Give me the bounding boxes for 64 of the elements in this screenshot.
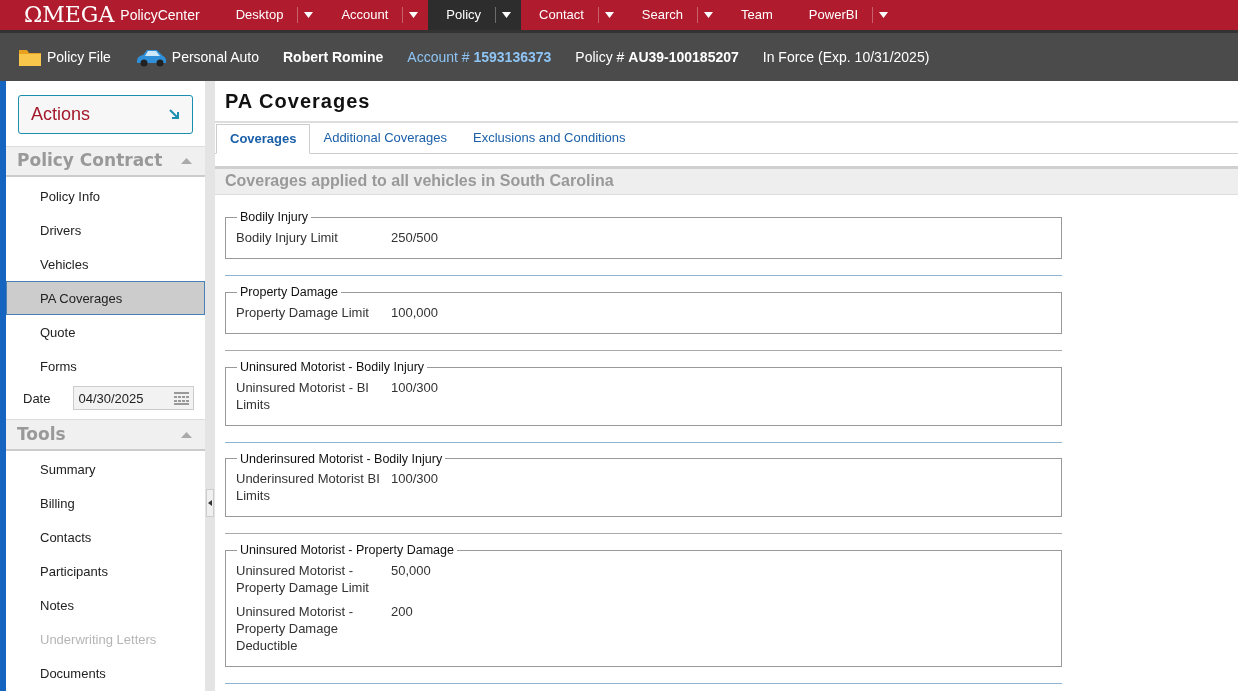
caret-icon[interactable] xyxy=(872,7,888,23)
product-name: PolicyCenter xyxy=(120,5,200,25)
group-title: Underinsured Motorist - Bodily Injury xyxy=(239,450,444,468)
field-label: Uninsured Motorist - BI Limits xyxy=(236,378,370,413)
sidebar-item[interactable]: Vehicles xyxy=(6,247,205,282)
policy-file-label[interactable]: Policy File xyxy=(47,46,111,68)
date-field[interactable]: 04/30/2025 xyxy=(73,386,195,411)
collapse-handle[interactable] xyxy=(206,489,214,517)
sidebar-item[interactable]: Drivers xyxy=(6,213,205,248)
nav-tab[interactable]: PowerBI xyxy=(800,5,866,25)
field-label: Property Damage Limit xyxy=(236,303,370,321)
field-value: 100/300 xyxy=(391,378,438,397)
tab[interactable]: Additional Coverages xyxy=(310,122,461,153)
field-value: 100/300 xyxy=(391,470,438,489)
folder-icon xyxy=(18,47,42,67)
caret-icon[interactable] xyxy=(402,7,419,23)
caret-icon[interactable] xyxy=(697,7,714,23)
car-icon xyxy=(134,47,167,67)
policy-status: In Force (Exp. 10/31/2025) xyxy=(762,47,930,67)
field-label: Uninsured Motorist - Property Damage Limit xyxy=(236,562,370,596)
field-value: 200 xyxy=(391,603,413,621)
sidebar-item[interactable]: Notes xyxy=(6,589,205,623)
sidebar-item[interactable]: Documents xyxy=(6,657,205,691)
group-title: Bodily Injury xyxy=(239,209,310,227)
field-label: Underinsured Motorist BI Limits xyxy=(236,470,381,505)
field-value: 100,000 xyxy=(391,303,438,321)
policy-number: Policy # AU39-100185207 xyxy=(575,47,739,67)
tab[interactable]: Coverages xyxy=(216,123,311,154)
caret-icon[interactable] xyxy=(495,7,512,23)
nav-tab[interactable]: Desktop xyxy=(227,5,292,25)
sidebar-item[interactable]: PA Coverages xyxy=(6,281,205,316)
actions-button[interactable]: Actions xyxy=(18,95,193,134)
account-link[interactable]: Account # 1593136373 xyxy=(407,46,552,68)
sidebar-item[interactable]: Summary xyxy=(6,453,205,487)
group-title: Property Damage xyxy=(239,284,339,301)
calendar-icon[interactable] xyxy=(174,391,190,405)
field-label: Uninsured Motorist - Property Damage Deductible xyxy=(236,603,355,654)
group-title: Uninsured Motorist - Bodily Injury xyxy=(239,358,426,376)
section-title: Coverages applied to all vehicles in South Carolina xyxy=(215,165,1238,196)
nav-tab[interactable]: Policy xyxy=(438,5,490,25)
nav-tab[interactable]: Team xyxy=(733,5,781,25)
line-of-business: Personal Auto xyxy=(171,47,259,67)
sidebar-item[interactable]: Policy Info xyxy=(6,179,205,214)
group-title: Uninsured Motorist - Property Damage xyxy=(239,542,455,560)
field-label: Bodily Injury Limit xyxy=(236,229,339,246)
sidebar-item[interactable]: Contacts xyxy=(6,521,205,555)
caret-icon[interactable] xyxy=(597,7,614,23)
nav-tab[interactable]: Contact xyxy=(531,5,592,25)
nav-tab[interactable]: Account xyxy=(333,5,397,25)
sidebar-item[interactable]: Forms xyxy=(6,349,205,384)
insured-name: Robert Romine xyxy=(282,47,384,67)
field-value: 50,000 xyxy=(391,562,431,580)
field-value: 250/500 xyxy=(391,229,438,246)
caret-icon[interactable] xyxy=(297,7,314,23)
sidebar-item[interactable]: Billing xyxy=(6,487,205,521)
date-label: Date xyxy=(23,389,51,408)
arrow-icon xyxy=(168,108,180,121)
nav-tab[interactable]: Search xyxy=(633,5,692,25)
sidebar-item: Underwriting Letters xyxy=(39,631,158,650)
tab[interactable]: Exclusions and Conditions xyxy=(460,122,639,153)
sidebar-item[interactable]: Participants xyxy=(6,555,205,589)
page-title: PA Coverages xyxy=(215,81,1238,123)
logo: ΩMEGA xyxy=(24,4,115,26)
sidebar-item[interactable]: Quote xyxy=(6,315,205,350)
